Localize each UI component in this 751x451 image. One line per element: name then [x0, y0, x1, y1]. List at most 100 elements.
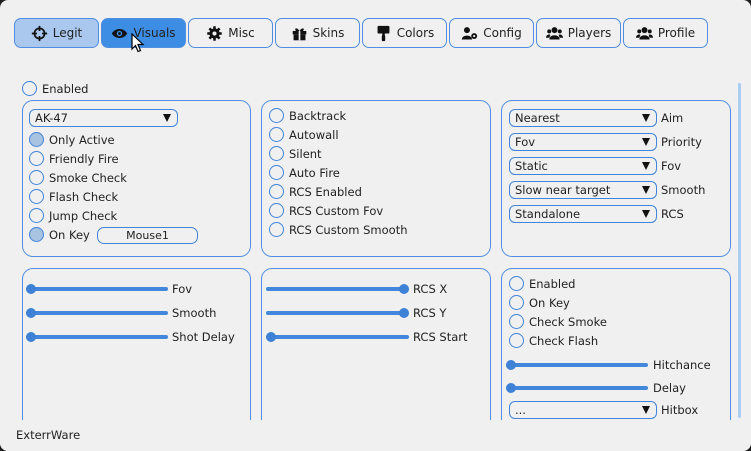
tab-config[interactable]: Config [449, 18, 534, 48]
radio-indicator [509, 333, 524, 348]
radio-indicator [509, 276, 524, 291]
tab-legit[interactable]: Legit [14, 18, 99, 48]
delay-slider[interactable] [506, 383, 648, 393]
footer: ExterrWare [0, 420, 751, 451]
silent-checkbox[interactable]: Silent [269, 145, 322, 162]
radio-indicator [29, 189, 44, 204]
users-icon [545, 25, 563, 42]
aim-select[interactable]: Nearest [509, 109, 657, 127]
rcs-enabled-checkbox[interactable]: RCS Enabled [269, 183, 362, 200]
rcs-x-slider[interactable] [266, 284, 409, 294]
tab-label: Config [483, 26, 522, 40]
hitchance-slider-label: Hitchance [653, 358, 711, 372]
radio-indicator [269, 203, 284, 218]
tab-profile[interactable]: Profile [623, 18, 708, 48]
slider-handle[interactable] [506, 383, 516, 393]
rcs-custom-fov-checkbox[interactable]: RCS Custom Fov [269, 202, 383, 219]
shot-delay-slider[interactable] [26, 332, 168, 342]
only-active-checkbox[interactable]: Only Active [29, 131, 115, 148]
auto-fire-checkbox[interactable]: Auto Fire [269, 164, 340, 181]
eye-icon [111, 25, 128, 42]
checkbox-label: Autowall [289, 127, 339, 142]
rcs-y-slider[interactable] [266, 308, 409, 318]
fov-select-label: Fov [661, 159, 682, 173]
chevron-down-icon [642, 210, 650, 218]
smooth-slider[interactable] [26, 308, 168, 318]
weapon-select[interactable]: AK-47 [29, 109, 178, 127]
hitchance-slider[interactable] [506, 360, 648, 370]
jump-check-checkbox[interactable]: Jump Check [29, 207, 117, 224]
select-value: Standalone [515, 207, 581, 221]
checkbox-label: RCS Custom Fov [289, 203, 384, 218]
fov-slider[interactable] [26, 284, 168, 294]
chevron-down-icon [642, 406, 650, 414]
delay-slider-label: Delay [653, 381, 686, 395]
radio-indicator [29, 208, 44, 223]
smooth-slider-label: Smooth [172, 306, 217, 320]
check-smoke-checkbox[interactable]: Check Smoke [509, 313, 607, 330]
radio-indicator [29, 132, 44, 147]
tab-colors[interactable]: Colors [362, 18, 447, 48]
tab-players[interactable]: Players [536, 18, 621, 48]
check-flash-checkbox[interactable]: Check Flash [509, 332, 598, 349]
flash-check-checkbox[interactable]: Flash Check [29, 188, 118, 205]
rcs-start-slider[interactable] [266, 332, 409, 342]
tab-label: Misc [228, 26, 255, 40]
tab-label: Colors [396, 26, 435, 40]
weapon-select-value: AK-47 [35, 111, 68, 125]
friendly-fire-checkbox[interactable]: Friendly Fire [29, 150, 119, 167]
radio-indicator [509, 314, 524, 329]
checkbox-label: Auto Fire [289, 165, 340, 180]
checkbox-label: Flash Check [49, 189, 119, 204]
tab-skins[interactable]: Skins [275, 18, 360, 48]
tab-label: Players [567, 26, 612, 40]
slider-handle[interactable] [26, 308, 36, 318]
brand-name: ExterrWare [16, 428, 81, 442]
slider-handle[interactable] [399, 308, 409, 318]
hitbox-select-value: ... [515, 403, 526, 417]
smooth-select[interactable]: Slow near target [509, 181, 657, 199]
slider-handle[interactable] [506, 360, 516, 370]
radio-indicator [269, 127, 284, 142]
rcs-select-label: RCS [661, 207, 684, 221]
tab-label: Skins [312, 26, 345, 40]
paint-roller-icon [375, 25, 392, 42]
radio-indicator [29, 151, 44, 166]
smoke-check-checkbox[interactable]: Smoke Check [29, 169, 127, 186]
slider-handle[interactable] [26, 332, 36, 342]
radio-indicator [269, 165, 284, 180]
on-key-checkbox[interactable]: On Key [29, 226, 90, 243]
slider-track [266, 311, 409, 315]
rcs-custom-smooth-checkbox[interactable]: RCS Custom Smooth [269, 221, 408, 238]
fov-select[interactable]: Static [509, 157, 657, 175]
radio-indicator [269, 222, 284, 237]
checkbox-label: RCS Enabled [289, 184, 362, 199]
hitbox-select[interactable]: ... [509, 401, 657, 419]
on-key-checkbox[interactable]: On Key [509, 294, 570, 311]
slider-track [26, 335, 168, 339]
aim-select-label: Aim [661, 111, 684, 125]
tab-label: Profile [657, 26, 696, 40]
rcs-x-slider-label: RCS X [413, 282, 448, 296]
priority-select[interactable]: Fov [509, 133, 657, 151]
chevron-down-icon [642, 114, 650, 122]
rcs-select[interactable]: Standalone [509, 205, 657, 223]
autowall-checkbox[interactable]: Autowall [269, 126, 339, 143]
select-value: Slow near target [515, 183, 611, 197]
checkbox-label: Smoke Check [49, 170, 127, 185]
checkbox-label: Enabled [529, 276, 576, 291]
hotkey-button[interactable]: Mouse1 [97, 227, 198, 244]
backtrack-checkbox[interactable]: Backtrack [269, 107, 346, 124]
tab-misc[interactable]: Misc [188, 18, 273, 48]
enabled-checkbox[interactable]: Enabled [22, 80, 88, 97]
vertical-scrollbar[interactable] [738, 83, 741, 418]
slider-handle[interactable] [266, 332, 276, 342]
chevron-down-icon [642, 162, 650, 170]
slider-handle[interactable] [399, 284, 409, 294]
slider-handle[interactable] [26, 284, 36, 294]
radio-indicator [269, 184, 284, 199]
checkbox-label: Jump Check [49, 208, 118, 223]
checkbox-label: Check Smoke [529, 314, 607, 329]
smooth-select-label: Smooth [661, 183, 706, 197]
enabled-checkbox[interactable]: Enabled [509, 275, 575, 292]
